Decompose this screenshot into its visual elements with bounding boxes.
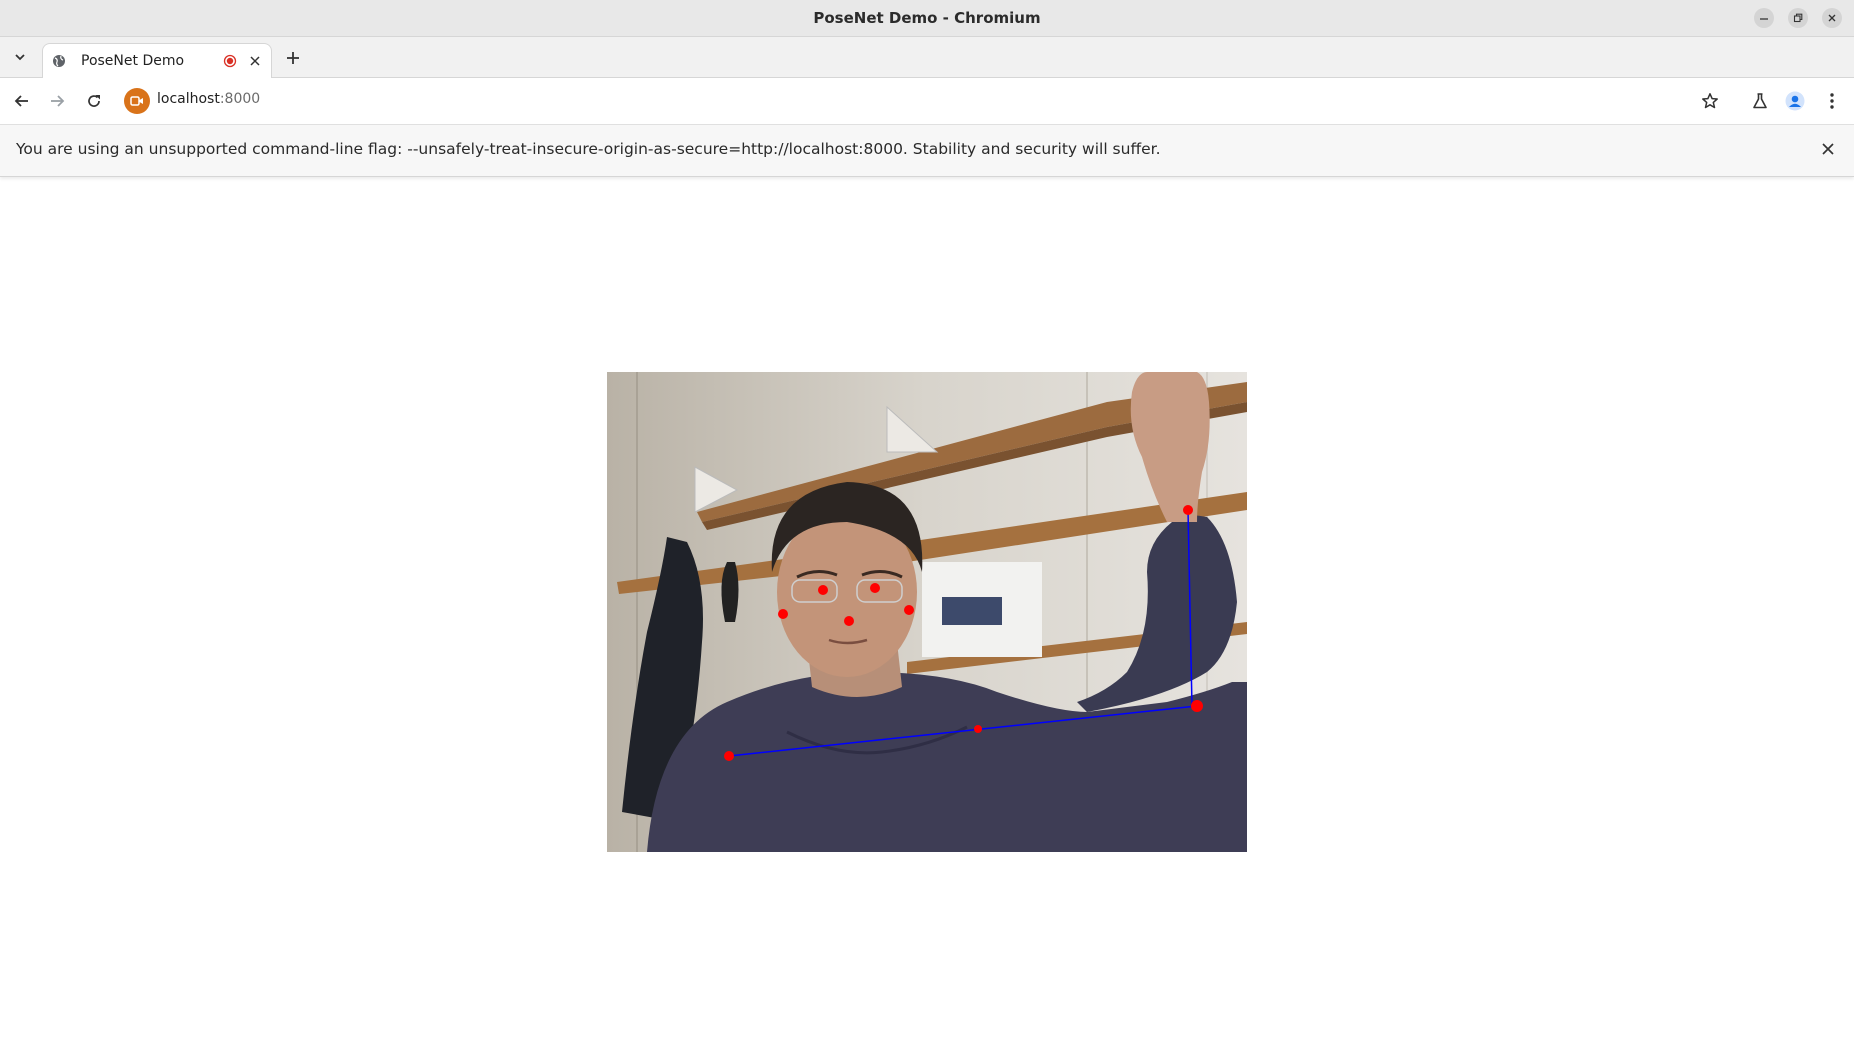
keypoint-left-eye (818, 585, 828, 595)
keypoint-right-shoulder (724, 751, 734, 761)
globe-icon (51, 53, 67, 69)
menu-kebab-icon[interactable] (1821, 90, 1843, 112)
tab-strip: PoseNet Demo (0, 37, 1854, 78)
tab-search-chevron-icon[interactable] (10, 47, 30, 67)
window-title: PoseNet Demo - Chromium (813, 9, 1041, 27)
keypoint-right-eye (870, 583, 880, 593)
tab-posenet-demo[interactable]: PoseNet Demo (42, 43, 272, 78)
tab-close-icon[interactable] (247, 53, 263, 69)
address-bar[interactable]: localhost:8000 (157, 91, 260, 107)
reload-icon[interactable] (83, 90, 105, 112)
url-port: :8000 (219, 91, 261, 107)
tab-title: PoseNet Demo (81, 53, 185, 69)
keypoint-chest (974, 725, 982, 733)
infobar-close-icon[interactable] (1818, 139, 1838, 159)
warning-infobar: You are using an unsupported command-lin… (0, 125, 1854, 177)
close-window-icon[interactable] (1822, 8, 1842, 28)
minimize-icon[interactable] (1754, 8, 1774, 28)
camera-in-use-icon[interactable] (124, 88, 150, 114)
keypoint-left-shoulder (1191, 700, 1203, 712)
keypoint-left-elbow (1183, 505, 1193, 515)
webcam-frame (607, 372, 1247, 852)
restore-icon[interactable] (1788, 8, 1808, 28)
new-tab-plus-icon[interactable] (282, 47, 304, 69)
bookmark-star-icon[interactable] (1699, 90, 1721, 112)
keypoint-left-ear (778, 609, 788, 619)
labs-flask-icon[interactable] (1749, 90, 1771, 112)
keypoint-nose (844, 616, 854, 626)
infobar-message: You are using an unsupported command-lin… (16, 140, 1161, 158)
recording-indicator-icon (223, 54, 237, 68)
browser-toolbar: localhost:8000 (0, 78, 1854, 125)
back-arrow-icon[interactable] (11, 90, 33, 112)
forward-arrow-icon[interactable] (46, 90, 68, 112)
window-controls (1754, 8, 1842, 28)
url-host: localhost (157, 91, 220, 107)
profile-avatar-icon[interactable] (1784, 90, 1806, 112)
title-bar: PoseNet Demo - Chromium (0, 0, 1854, 37)
webcam-canvas (607, 372, 1247, 852)
keypoint-right-ear (904, 605, 914, 615)
